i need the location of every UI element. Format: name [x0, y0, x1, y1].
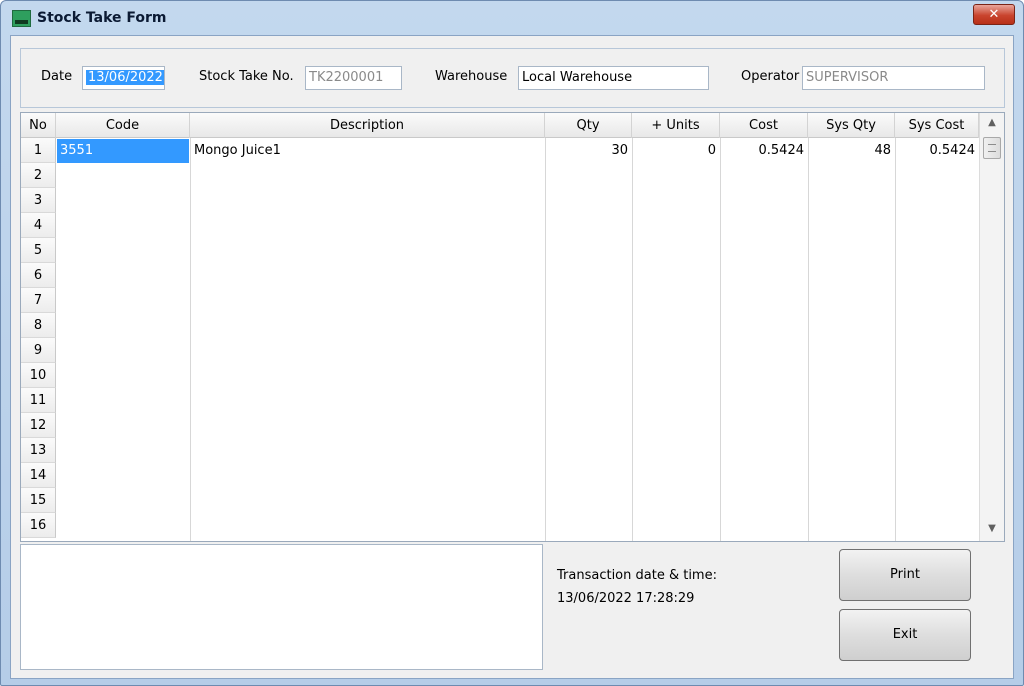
row-number[interactable]: 11 — [21, 388, 56, 413]
date-label: Date — [41, 69, 73, 84]
close-button[interactable]: ✕ — [973, 4, 1015, 25]
grid-header: No Code Description Qty + Units Cost Sys… — [21, 113, 979, 138]
notes-textarea[interactable] — [20, 544, 543, 670]
row-number[interactable]: 13 — [21, 438, 56, 463]
row-1-sys-qty[interactable]: 48 — [809, 139, 895, 163]
scroll-thumb[interactable] — [983, 137, 1001, 159]
row-1-cost[interactable]: 0.5424 — [721, 139, 808, 163]
col-header-description[interactable]: Description — [190, 113, 545, 138]
row-number[interactable]: 1 — [21, 138, 56, 163]
row-number[interactable]: 4 — [21, 213, 56, 238]
row-1-description[interactable]: Mongo Juice1 — [191, 139, 544, 163]
col-header-cost[interactable]: Cost — [720, 113, 808, 138]
app-logo-icon — [12, 10, 31, 27]
exit-button[interactable]: Exit — [839, 609, 971, 661]
transaction-label: Transaction date & time: — [557, 568, 717, 583]
column-divider — [895, 138, 896, 541]
stock-take-no-label: Stock Take No. — [199, 69, 294, 84]
row-number[interactable]: 6 — [21, 263, 56, 288]
date-field[interactable]: 13/06/2022 — [82, 66, 165, 90]
column-divider — [808, 138, 809, 541]
column-divider — [632, 138, 633, 541]
column-divider — [190, 138, 191, 541]
row-number[interactable]: 3 — [21, 188, 56, 213]
col-header-units[interactable]: + Units — [632, 113, 720, 138]
operator-field[interactable]: SUPERVISOR — [802, 66, 985, 90]
row-1-units[interactable]: 0 — [633, 139, 720, 163]
form-body: Date 13/06/2022 Stock Take No. TK2200001… — [10, 35, 1014, 679]
print-button[interactable]: Print — [839, 549, 971, 601]
stock-take-window: Stock Take Form ✕ Date 13/06/2022 Stock … — [0, 0, 1024, 686]
header-panel: Date 13/06/2022 Stock Take No. TK2200001… — [20, 48, 1005, 108]
row-number[interactable]: 7 — [21, 288, 56, 313]
stock-grid[interactable]: No Code Description Qty + Units Cost Sys… — [20, 112, 1005, 542]
column-divider — [720, 138, 721, 541]
window-title: Stock Take Form — [37, 10, 167, 26]
row-number[interactable]: 16 — [21, 513, 56, 538]
row-1-code[interactable]: 3551 — [57, 139, 189, 163]
col-header-sys-qty[interactable]: Sys Qty — [808, 113, 895, 138]
scroll-up-arrow-icon[interactable]: ▲ — [980, 113, 1004, 133]
row-number[interactable]: 5 — [21, 238, 56, 263]
transaction-value: 13/06/2022 17:28:29 — [557, 591, 695, 606]
warehouse-label: Warehouse — [435, 69, 508, 84]
row-number[interactable]: 14 — [21, 463, 56, 488]
operator-label: Operator — [741, 69, 800, 84]
row-number[interactable]: 9 — [21, 338, 56, 363]
row-number[interactable]: 8 — [21, 313, 56, 338]
column-divider — [545, 138, 546, 541]
col-header-sys-cost[interactable]: Sys Cost — [895, 113, 979, 138]
warehouse-field[interactable]: Local Warehouse — [518, 66, 709, 90]
row-number[interactable]: 15 — [21, 488, 56, 513]
date-value: 13/06/2022 — [86, 70, 164, 85]
col-header-code[interactable]: Code — [56, 113, 190, 138]
col-header-qty[interactable]: Qty — [545, 113, 632, 138]
row-1-qty[interactable]: 30 — [546, 139, 632, 163]
row-1-sys-cost[interactable]: 0.5424 — [896, 139, 979, 163]
row-number[interactable]: 2 — [21, 163, 56, 188]
col-header-no[interactable]: No — [21, 113, 56, 138]
grid-scrollbar[interactable]: ▲ ▼ — [979, 113, 1004, 541]
title-bar[interactable]: Stock Take Form ✕ — [1, 1, 1023, 35]
stock-take-no-field[interactable]: TK2200001 — [305, 66, 402, 90]
scroll-down-arrow-icon[interactable]: ▼ — [980, 519, 1004, 539]
row-number[interactable]: 10 — [21, 363, 56, 388]
row-number[interactable]: 12 — [21, 413, 56, 438]
